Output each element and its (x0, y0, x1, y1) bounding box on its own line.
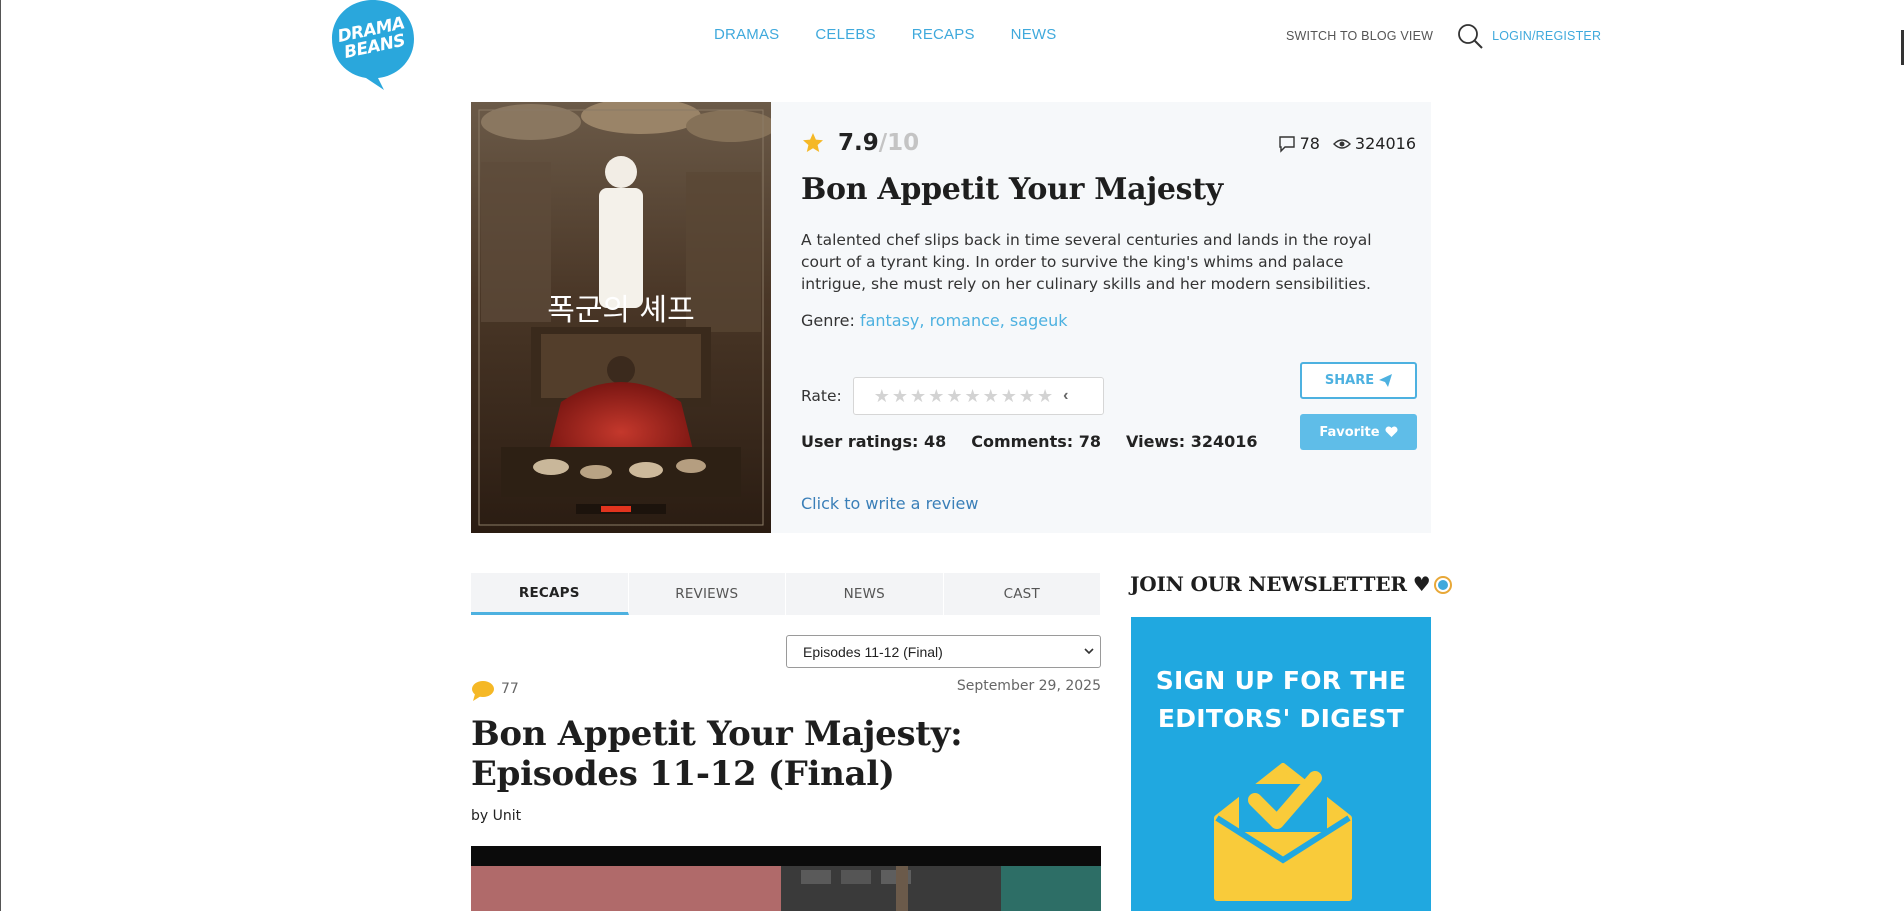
drama-counts: User ratings: 48 Comments: 78 Views: 324… (801, 432, 1283, 451)
comments-stat[interactable]: 78 (1278, 134, 1320, 153)
banner-text: SIGN UP FOR THE EDITORS' DIGEST (1131, 662, 1431, 738)
drama-rating: 7.9/10 (801, 130, 919, 156)
nav-celebs[interactable]: CELEBS (815, 26, 875, 43)
comments-total: Comments: 78 (971, 432, 1101, 451)
site-logo[interactable]: DRAMA BEANS (326, 0, 420, 90)
drama-poster[interactable]: 폭군의 셰프 (471, 102, 771, 533)
search-icon[interactable] (1456, 22, 1484, 50)
nav-news[interactable]: NEWS (1011, 26, 1057, 43)
episode-select[interactable]: Episodes 11-12 (Final) (786, 635, 1101, 668)
drama-details: 7.9/10 78 324016 Bon Appetit Your Majest… (801, 102, 1417, 533)
post-byline: by Unit (471, 808, 521, 824)
rating-score: 7.9 (838, 130, 879, 156)
drama-info-card: 폭군의 셰프 7.9/10 78 324016 Bon Appetit Your… (471, 102, 1431, 533)
post-meta: 77 September 29, 2025 (471, 678, 1101, 704)
views-total: Views: 324016 (1125, 432, 1258, 451)
tab-reviews[interactable]: REVIEWS (629, 573, 786, 615)
drama-synopsis: A talented chef slips back in time sever… (801, 231, 1372, 293)
banner-line-1: SIGN UP FOR THE (1155, 666, 1407, 695)
rate-star-2[interactable]: ★ (892, 387, 908, 405)
header-actions: SWITCH TO BLOG VIEW LOGIN/REGISTER (1286, 22, 1601, 50)
ad-choices-icon[interactable] (1434, 576, 1452, 594)
drama-genre: Genre: fantasy, romance, sageuk (801, 311, 1067, 330)
chevron-left-icon[interactable]: ‹ (1063, 387, 1068, 405)
drama-title: Bon Appetit Your Majesty (801, 172, 1223, 207)
drama-stats: 78 324016 (1265, 134, 1416, 153)
heart-icon: ♥ (1412, 572, 1431, 596)
rate-star-8[interactable]: ★ (1001, 387, 1017, 405)
share-label: SHARE (1324, 373, 1375, 388)
page-edge (0, 0, 1, 911)
content-tabs: RECAPS REVIEWS NEWS CAST (471, 573, 1101, 615)
episode-select-value: Episodes 11-12 (Final) (803, 643, 943, 660)
post-author[interactable]: Unit (493, 808, 522, 824)
rate-star-1[interactable]: ★ (874, 387, 890, 405)
star-icon (801, 131, 825, 155)
comment-icon (1278, 135, 1296, 153)
banner-line-2: EDITORS' DIGEST (1157, 704, 1405, 733)
switch-to-blog-view-link[interactable]: SWITCH TO BLOG VIEW (1286, 29, 1433, 43)
newsletter-heading-text: JOIN OUR NEWSLETTER (1130, 572, 1407, 596)
rate-star-10[interactable]: ★ (1037, 387, 1053, 405)
favorite-button[interactable]: Favorite (1300, 414, 1417, 450)
post-image-still (471, 846, 1101, 911)
main-nav: DRAMAS CELEBS RECAPS NEWS (714, 26, 1092, 43)
newsletter-heading: JOIN OUR NEWSLETTER ♥ (1130, 572, 1431, 596)
envelope-check-icon (1203, 748, 1363, 908)
eye-icon (1332, 135, 1351, 153)
rate-widget: Rate: ★ ★ ★ ★ ★ ★ ★ ★ ★ ★ ‹ (801, 377, 1104, 415)
post-featured-image[interactable] (471, 846, 1101, 911)
svg-text:폭군의 셰프: 폭군의 셰프 (547, 293, 695, 328)
favorite-label: Favorite (1319, 424, 1380, 440)
rate-star-6[interactable]: ★ (964, 387, 980, 405)
nav-dramas[interactable]: DRAMAS (714, 26, 779, 43)
rating-max: /10 (878, 130, 920, 156)
paper-plane-icon (1379, 374, 1393, 387)
rate-star-4[interactable]: ★ (928, 387, 944, 405)
post-comment-count[interactable]: 77 (501, 681, 519, 697)
nav-recaps[interactable]: RECAPS (912, 26, 975, 43)
genre-label: Genre: (801, 311, 855, 330)
rate-star-5[interactable]: ★ (946, 387, 962, 405)
share-button[interactable]: SHARE (1300, 362, 1417, 399)
tab-recaps[interactable]: RECAPS (471, 573, 629, 615)
rate-star-9[interactable]: ★ (1019, 387, 1035, 405)
heart-icon (1385, 426, 1398, 438)
rate-star-3[interactable]: ★ (910, 387, 926, 405)
user-ratings-count: User ratings: 48 (801, 432, 947, 451)
views-stat: 324016 (1332, 134, 1416, 153)
genre-links[interactable]: fantasy, romance, sageuk (860, 311, 1068, 330)
poster-image: 폭군의 셰프 (471, 102, 771, 533)
post-title[interactable]: Bon Appetit Your Majesty: Episodes 11-12… (471, 714, 1091, 794)
post-date: September 29, 2025 (956, 678, 1101, 694)
tab-news[interactable]: NEWS (786, 573, 944, 615)
chevron-down-icon (1084, 646, 1094, 658)
login-register-link[interactable]: LOGIN/REGISTER (1492, 29, 1601, 43)
comments-count: 78 (1299, 134, 1320, 153)
write-review-link[interactable]: Click to write a review (801, 494, 978, 513)
rate-label: Rate: (801, 387, 842, 405)
views-count: 324016 (1354, 134, 1416, 153)
byline-prefix: by (471, 808, 489, 824)
comment-bubble-icon[interactable] (471, 680, 495, 702)
rate-stars: ★ ★ ★ ★ ★ ★ ★ ★ ★ ★ ‹ (852, 377, 1104, 415)
newsletter-banner[interactable]: SIGN UP FOR THE EDITORS' DIGEST (1131, 617, 1431, 911)
tab-cast[interactable]: CAST (944, 573, 1101, 615)
rate-star-7[interactable]: ★ (983, 387, 999, 405)
